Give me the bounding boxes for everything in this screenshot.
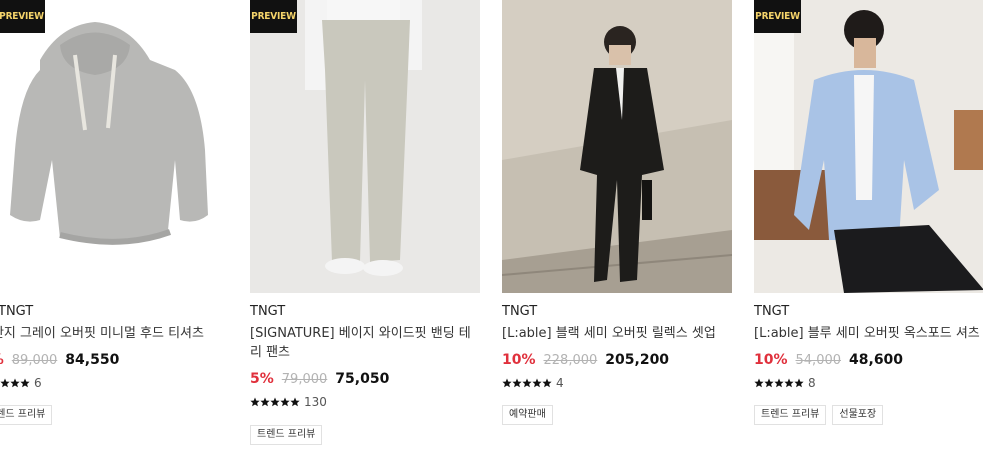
suit-image: [502, 0, 732, 293]
product-brand: TNGT: [502, 304, 538, 319]
pants-image: [250, 0, 480, 293]
star-rating: [250, 397, 300, 407]
star-icon: [0, 378, 10, 388]
star-icon: [250, 397, 260, 407]
tag-badge: 예약판매: [502, 405, 553, 425]
product-card[interactable]: PREVIEW TNGT [L:able] 블루 세미 오버핏 옥스포드 셔츠 …: [754, 0, 983, 425]
product-brand: TNGT: [250, 304, 286, 319]
discount-rate: 5%: [0, 352, 4, 368]
product-card[interactable]: PREVIEW TNGT 델란지 그레이 오버핏 미니멀 후드 티셔츠 5% 8…: [0, 0, 210, 425]
preview-badge: PREVIEW: [754, 0, 801, 33]
review-count: 130: [304, 395, 327, 409]
star-icon: [290, 397, 300, 407]
original-price: 79,000: [281, 372, 328, 387]
product-title[interactable]: [SIGNATURE] 베이지 와이드핏 밴딩 테리 팬츠: [250, 324, 482, 362]
review-count: 8: [808, 376, 816, 390]
star-icon: [532, 378, 542, 388]
rating-row: 4: [502, 376, 564, 390]
discount-rate: 10%: [754, 352, 788, 368]
tag-list: 예약판매: [502, 405, 553, 425]
price-row: 10% 54,000 48,600: [754, 352, 903, 368]
star-icon: [784, 378, 794, 388]
star-icon: [20, 378, 30, 388]
price-row: 5% 79,000 75,050: [250, 371, 389, 387]
tag-list: 트렌드 프리뷰: [0, 405, 53, 425]
star-icon: [270, 397, 280, 407]
product-title[interactable]: 델란지 그레이 오버핏 미니멀 후드 티셔츠: [0, 324, 230, 343]
product-image[interactable]: PREVIEW: [754, 0, 983, 293]
product-image[interactable]: [502, 0, 732, 293]
product-title[interactable]: [L:able] 블루 세미 오버핏 옥스포드 셔츠: [754, 324, 983, 343]
product-brand: TNGT: [754, 304, 790, 319]
discount-rate: 10%: [502, 352, 536, 368]
product-brand: TNGT: [0, 304, 34, 319]
star-rating: [502, 378, 552, 388]
product-card[interactable]: PREVIEW TNGT [SIGNATURE] 베이지 와이드핏 밴딩 테리 …: [250, 0, 480, 445]
star-icon: [502, 378, 512, 388]
product-image[interactable]: PREVIEW: [250, 0, 480, 293]
sale-price: 84,550: [65, 352, 120, 368]
hoodie-image: [0, 0, 210, 293]
rating-row: 8: [754, 376, 816, 390]
star-icon: [512, 378, 522, 388]
product-title[interactable]: [L:able] 블랙 세미 오버핏 릴렉스 셋업: [502, 324, 734, 343]
sale-price: 48,600: [849, 352, 904, 368]
star-icon: [260, 397, 270, 407]
rating-row: 6: [0, 376, 42, 390]
star-icon: [280, 397, 290, 407]
rating-row: 130: [250, 395, 327, 409]
star-icon: [522, 378, 532, 388]
tag-list: 트렌드 프리뷰: [250, 425, 323, 445]
star-icon: [10, 378, 20, 388]
tag-list: 트렌드 프리뷰 선물포장: [754, 405, 884, 425]
preview-badge: PREVIEW: [250, 0, 297, 33]
product-card[interactable]: TNGT [L:able] 블랙 세미 오버핏 릴렉스 셋업 10% 228,0…: [502, 0, 732, 425]
star-rating: [0, 378, 30, 388]
original-price: 54,000: [795, 353, 842, 368]
tag-badge: 트렌드 프리뷰: [0, 405, 53, 425]
product-grid: PREVIEW TNGT 델란지 그레이 오버핏 미니멀 후드 티셔츠 5% 8…: [0, 0, 983, 451]
review-count: 4: [556, 376, 564, 390]
discount-rate: 5%: [250, 371, 274, 387]
star-icon: [794, 378, 804, 388]
tag-badge: 트렌드 프리뷰: [754, 405, 827, 425]
price-row: 5% 89,000 84,550: [0, 352, 119, 368]
star-icon: [764, 378, 774, 388]
star-icon: [774, 378, 784, 388]
shirt-image: [754, 0, 983, 293]
tag-badge: 트렌드 프리뷰: [250, 425, 323, 445]
star-icon: [542, 378, 552, 388]
sale-price: 75,050: [335, 371, 390, 387]
sale-price: 205,200: [605, 352, 670, 368]
tag-badge: 선물포장: [832, 405, 884, 425]
review-count: 6: [34, 376, 42, 390]
preview-badge: PREVIEW: [0, 0, 45, 33]
price-row: 10% 228,000 205,200: [502, 352, 669, 368]
star-icon: [754, 378, 764, 388]
original-price: 228,000: [543, 353, 598, 368]
original-price: 89,000: [11, 353, 58, 368]
product-image[interactable]: PREVIEW: [0, 0, 210, 293]
star-rating: [754, 378, 804, 388]
